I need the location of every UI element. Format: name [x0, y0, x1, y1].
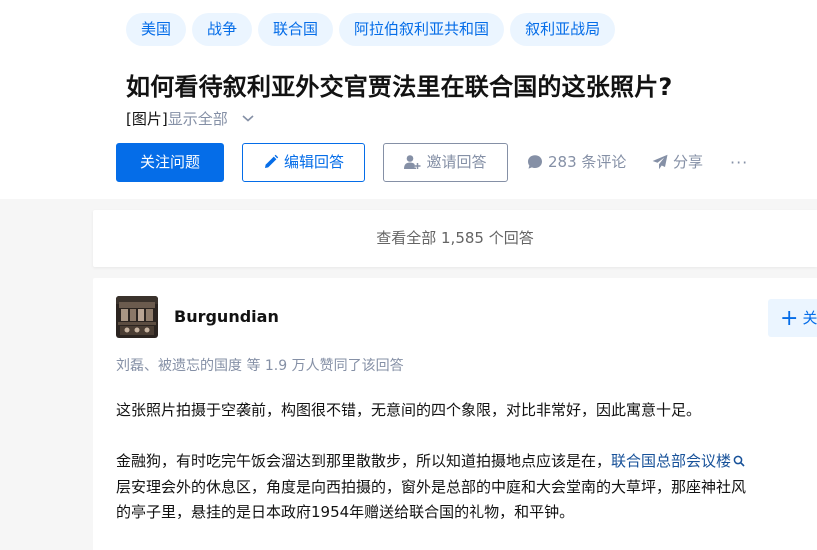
more-options-button[interactable]: ···: [730, 143, 748, 182]
question-excerpt: [图片]显示全部: [126, 108, 255, 129]
invite-answer-label: 邀请回答: [426, 153, 487, 171]
topic-list: 美国 战争 联合国 阿拉伯叙利亚共和国 叙利亚战局: [126, 13, 621, 46]
follow-question-label: 关注问题: [139, 153, 200, 171]
answer-body: 这张照片拍摄于空袭前，构图很不错，无意间的四个象限，对比非常好，因此寓意十足。 …: [116, 398, 817, 525]
question-title[interactable]: 如何看待叙利亚外交官贾法里在联合国的这张照片?: [126, 67, 673, 102]
answer-paragraph-line: 的亭子里，悬挂的是日本政府1954年赠送给联合国的礼物，和平钟。: [116, 503, 575, 521]
share-label: 分享: [673, 153, 704, 171]
share-button[interactable]: 分享: [652, 143, 703, 182]
answer-card: Burgundian + 关 刘磊、被遗忘的国度 等 1.9 万人赞同了该回答 这…: [93, 278, 817, 550]
plus-icon: +: [780, 306, 799, 331]
edit-answer-button[interactable]: 编辑回答: [242, 143, 365, 182]
answer-paragraph: 这张照片拍摄于空袭前，构图很不错，无意间的四个象限，对比非常好，因此寓意十足。: [116, 401, 702, 419]
answer-paragraph-line: 金融狗，有时吃完午饭会溜达到那里散散步，所以知道拍摄地点应该是在，联合国总部会议…: [116, 449, 817, 475]
topic-tag[interactable]: 叙利亚战局: [510, 13, 616, 46]
pencil-icon: [264, 154, 279, 168]
follow-question-button[interactable]: 关注问题: [116, 143, 224, 182]
answer-text: 金融狗，有时吃完午饭会溜达到那里散散步，所以知道拍摄地点应该是在，: [116, 452, 612, 470]
comments-button[interactable]: 283 条评论: [527, 143, 626, 182]
topic-tag[interactable]: 阿拉伯叙利亚共和国: [339, 13, 505, 46]
invite-answer-button[interactable]: 邀请回答: [383, 143, 508, 182]
chevron-down-icon[interactable]: [241, 111, 255, 129]
paper-plane-icon: [652, 154, 668, 170]
un-hq-link[interactable]: 联合国总部会议楼: [611, 452, 731, 470]
topic-tag[interactable]: 战争: [192, 13, 253, 46]
show-all-link[interactable]: 显示全部: [168, 110, 228, 128]
follow-author-label: 关: [802, 309, 817, 327]
author-name[interactable]: Burgundian: [174, 307, 279, 326]
question-header: 美国 战争 联合国 阿拉伯叙利亚共和国 叙利亚战局 如何看待叙利亚外交官贾法里在联合国的…: [0, 0, 817, 199]
topic-tag[interactable]: 美国: [126, 13, 187, 46]
topic-tag[interactable]: 联合国: [258, 13, 334, 46]
answer-paragraph-line: 层安理会外的休息区，角度是向西拍摄的，窗外是总部的中庭和大会堂南的大草坪，那座神…: [116, 478, 747, 496]
avatar[interactable]: [116, 296, 158, 338]
voters-summary[interactable]: 刘磊、被遗忘的国度 等 1.9 万人赞同了该回答: [116, 355, 404, 375]
comment-bubble-icon: [528, 155, 542, 169]
comments-count: 283 条评论: [548, 153, 627, 171]
add-user-icon: [404, 155, 421, 169]
search-icon[interactable]: [733, 450, 745, 475]
page: 美国 战争 联合国 阿拉伯叙利亚共和国 叙利亚战局 如何看待叙利亚外交官贾法里在联合国的…: [0, 0, 817, 550]
image-tag: [图片]: [126, 110, 168, 128]
view-all-answers-link[interactable]: 查看全部 1,585 个回答: [93, 210, 817, 267]
follow-author-button[interactable]: + 关: [768, 299, 817, 337]
edit-answer-label: 编辑回答: [283, 153, 344, 171]
